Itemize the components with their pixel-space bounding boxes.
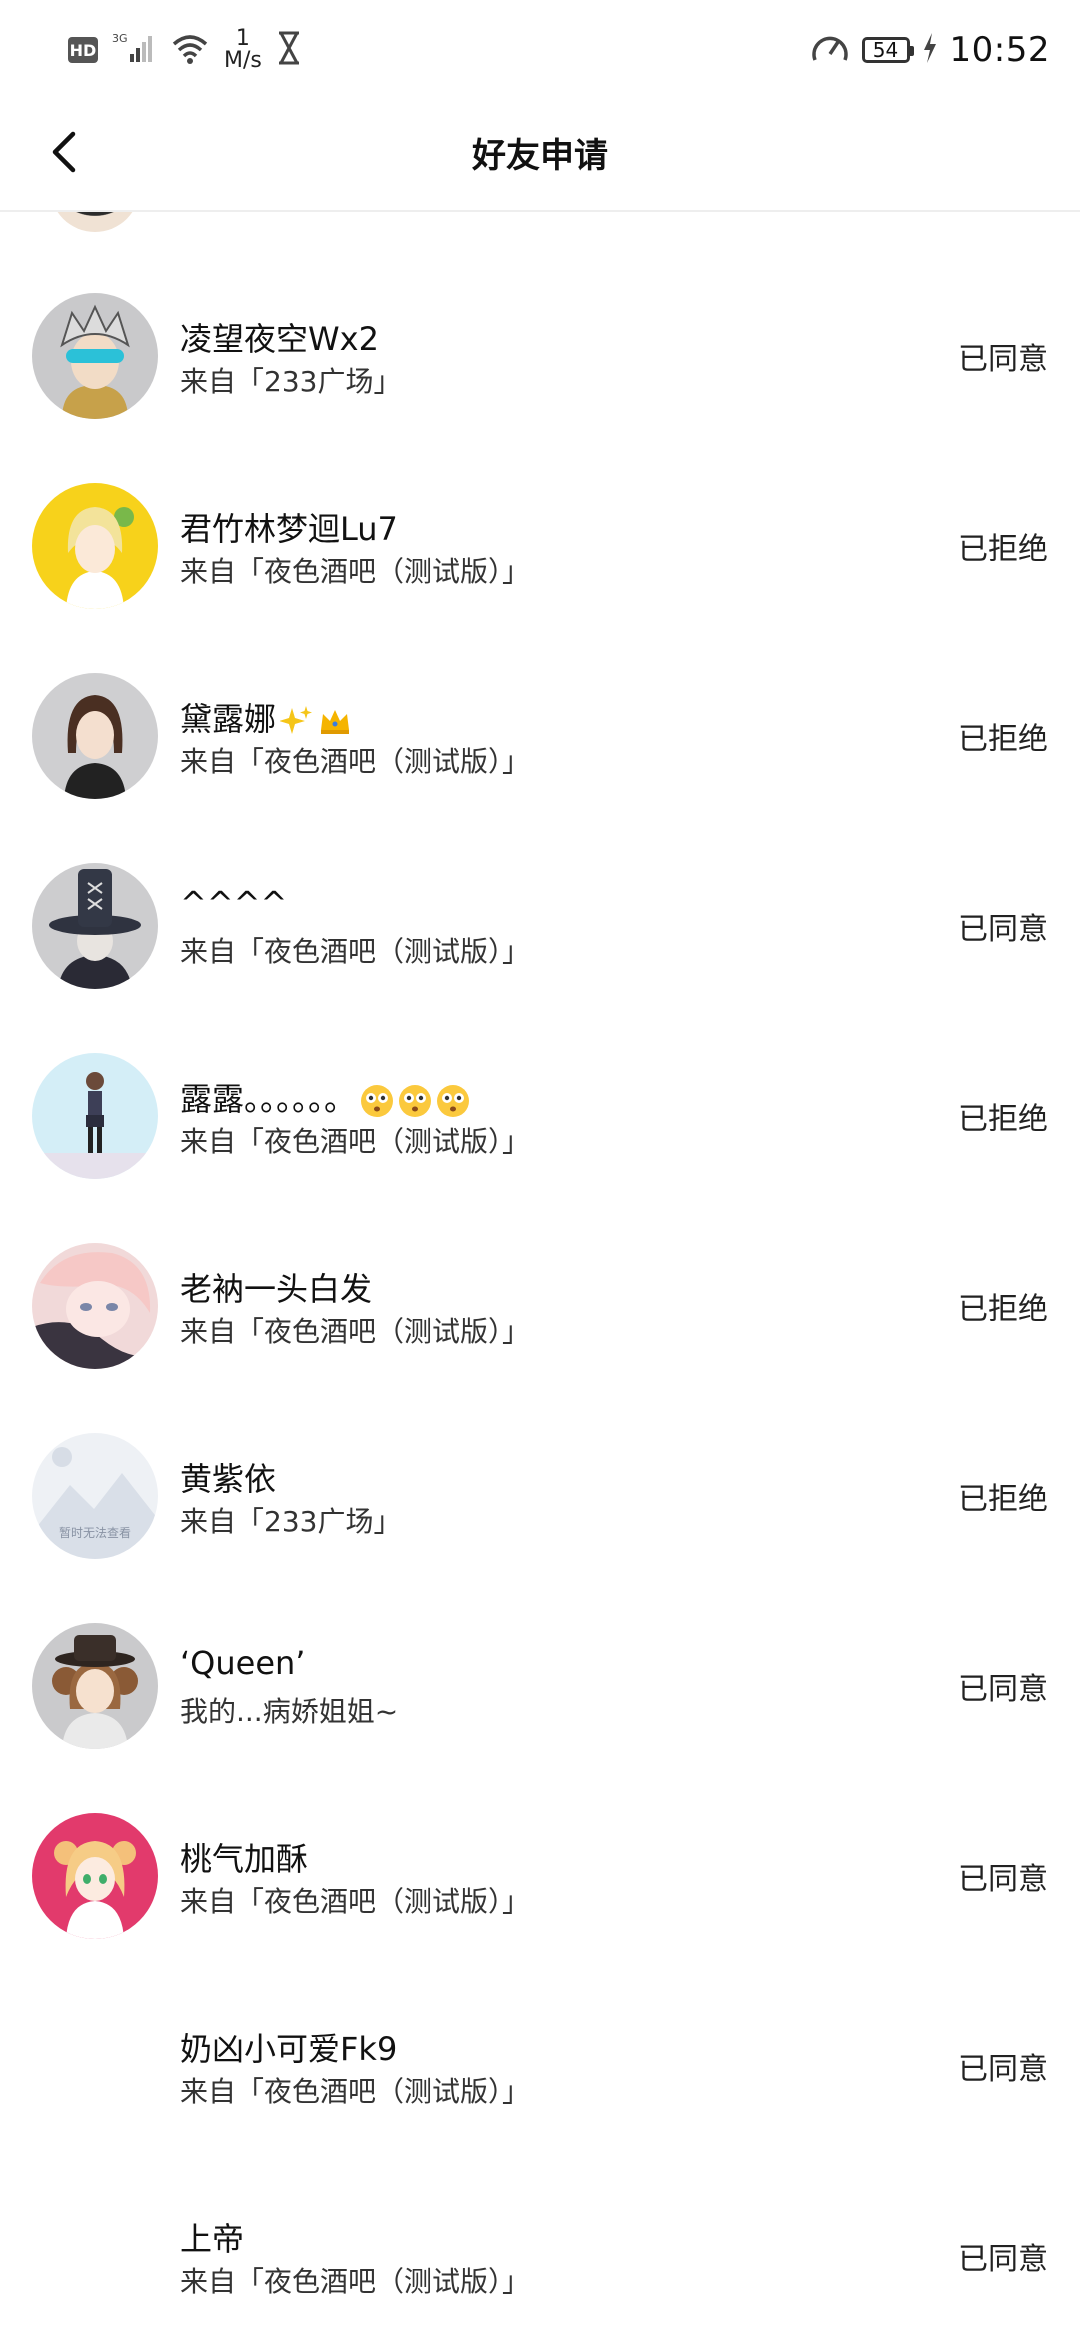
dark-hair-girl-avatar[interactable] [32, 673, 158, 799]
blank-avatar[interactable] [32, 2003, 158, 2129]
request-status: 已同意 [958, 2052, 1048, 2087]
request-status: 已同意 [958, 1672, 1048, 1707]
request-source: 来自「夜色酒吧（测试版）」 [180, 2075, 531, 2108]
requester-name: 露露。。。。。。 [180, 1074, 470, 1120]
back-arrow-icon [52, 131, 76, 173]
nav-bar: 好友申请 [0, 95, 1080, 212]
requester-name: 老衲一头白发 [180, 1270, 373, 1308]
list-item[interactable]: 上帝 来自「夜色酒吧（测试版）」 已同意 [0, 2158, 1080, 2340]
request-status: 已拒绝 [958, 1102, 1048, 1137]
pink-bg-girl-avatar[interactable] [32, 1813, 158, 1939]
request-status: 已同意 [958, 912, 1048, 947]
list-item[interactable]: 露露。。。。。。 来自「夜色酒吧（测试版）」 已拒绝 [0, 1018, 1080, 1208]
request-source: 来自「夜色酒吧（测试版）」 [180, 1315, 531, 1348]
request-status: 已同意 [958, 2242, 1048, 2277]
cyber-boy-avatar[interactable] [32, 293, 158, 419]
status-left: HD 3G 1 M/s [68, 20, 302, 80]
requester-name: 君竹林梦迴Lu7 [180, 510, 398, 548]
flushed-face-icon [361, 1085, 394, 1117]
clock: 10:52 [949, 30, 1050, 70]
flushed-face-icon [399, 1085, 432, 1117]
requester-name: ^^^^ [180, 884, 288, 922]
requester-name: 桃气加酥 [180, 1840, 309, 1878]
request-source: 来自「夜色酒吧（测试版）」 [180, 745, 531, 778]
avatar [50, 212, 140, 232]
request-source: 来自「夜色酒吧（测试版）」 [180, 555, 531, 588]
friend-request-list[interactable]: 凌望夜空Wx2 来自「233广场」 已同意 君竹林梦迴Lu7 来自「夜色酒吧（测… [0, 212, 1080, 2340]
anime-face-avatar[interactable] [32, 1243, 158, 1369]
placeholder-avatar[interactable]: 暂时无法查看 [32, 1433, 158, 1559]
requester-name: 黄紫依 [180, 1460, 277, 1498]
battery-icon: 54 [861, 37, 914, 63]
page-title: 好友申请 [472, 136, 608, 176]
status-right: 54 10:52 [810, 20, 1050, 80]
signal-icon: 3G [112, 30, 156, 70]
list-item[interactable]: ‘Queen’ 我的...病娇姐姐~ 已同意 [0, 1588, 1080, 1778]
network-speed: 1 M/s [224, 28, 262, 72]
list-item[interactable]: 黛露娜 来自「夜色酒吧（测试版）」 已拒绝 [0, 638, 1080, 828]
requester-name: 奶凶小可爱Fk9 [180, 2030, 398, 2068]
request-source: 来自「233广场」 [180, 1505, 402, 1538]
requester-name: 凌望夜空Wx2 [180, 320, 379, 358]
list-item[interactable]: 老衲一头白发 来自「夜色酒吧（测试版）」 已拒绝 [0, 1208, 1080, 1398]
status-bar: HD 3G 1 M/s 54 10:52 [0, 0, 1080, 95]
hourglass-icon [276, 31, 302, 69]
back-button[interactable] [30, 117, 100, 187]
battery-level: 54 [872, 38, 899, 62]
requester-name: 上帝 [180, 2220, 245, 2258]
list-item[interactable]: 桃气加酥 来自「夜色酒吧（测试版）」 已同意 [0, 1778, 1080, 1968]
speedometer-icon [810, 30, 850, 70]
request-status: 已同意 [958, 1862, 1048, 1897]
speed-unit: M/s [224, 48, 262, 73]
list-item[interactable]: 奶凶小可爱Fk9 来自「夜色酒吧（测试版）」 已同意 [0, 1968, 1080, 2158]
speed-value: 1 [235, 26, 250, 51]
blank-avatar[interactable] [32, 2193, 158, 2319]
sparkles-icon [280, 706, 313, 734]
request-status: 已拒绝 [958, 1482, 1048, 1517]
wifi-icon [170, 32, 210, 68]
blonde-girl-avatar[interactable] [32, 483, 158, 609]
request-status: 已同意 [958, 342, 1048, 377]
request-source: 来自「夜色酒吧（测试版）」 [180, 1125, 531, 1158]
request-source: 我的...病娇姐姐~ [180, 1695, 399, 1728]
request-status: 已拒绝 [958, 532, 1048, 567]
list-item[interactable]: 君竹林梦迴Lu7 来自「夜色酒吧（测试版）」 已拒绝 [0, 448, 1080, 638]
request-status: 已拒绝 [958, 722, 1048, 757]
hd-badge: HD [68, 37, 98, 63]
request-source: 来自「夜色酒吧（测试版）」 [180, 935, 531, 968]
request-status: 已拒绝 [958, 1292, 1048, 1327]
requester-name: ‘Queen’ [180, 1644, 306, 1682]
svg-text:3G: 3G [112, 32, 128, 45]
standing-girl-avatar[interactable] [32, 1053, 158, 1179]
charging-icon [922, 33, 938, 67]
flushed-face-icon [437, 1085, 470, 1117]
requester-name-text: 露露。。。。。。 [180, 1080, 357, 1118]
crown-icon [321, 710, 350, 734]
requester-name: 黛露娜 [180, 694, 352, 740]
placeholder-text: 暂时无法查看 [59, 1526, 131, 1540]
brown-hair-girl-avatar[interactable] [32, 1623, 158, 1749]
list-item[interactable]: ^^^^ 来自「夜色酒吧（测试版）」 已同意 [0, 828, 1080, 1018]
request-source: 来自「233广场」 [180, 365, 402, 398]
list-item[interactable]: 暂时无法查看 黄紫依 来自「233广场」 已拒绝 [0, 1398, 1080, 1588]
request-source: 来自「夜色酒吧（测试版）」 [180, 2265, 531, 2298]
requester-name-text: 黛露娜 [180, 700, 277, 738]
hat-character-avatar[interactable] [32, 863, 158, 989]
request-source: 来自「夜色酒吧（测试版）」 [180, 1885, 531, 1918]
list-item[interactable]: 凌望夜空Wx2 来自「233广场」 已同意 [0, 258, 1080, 448]
